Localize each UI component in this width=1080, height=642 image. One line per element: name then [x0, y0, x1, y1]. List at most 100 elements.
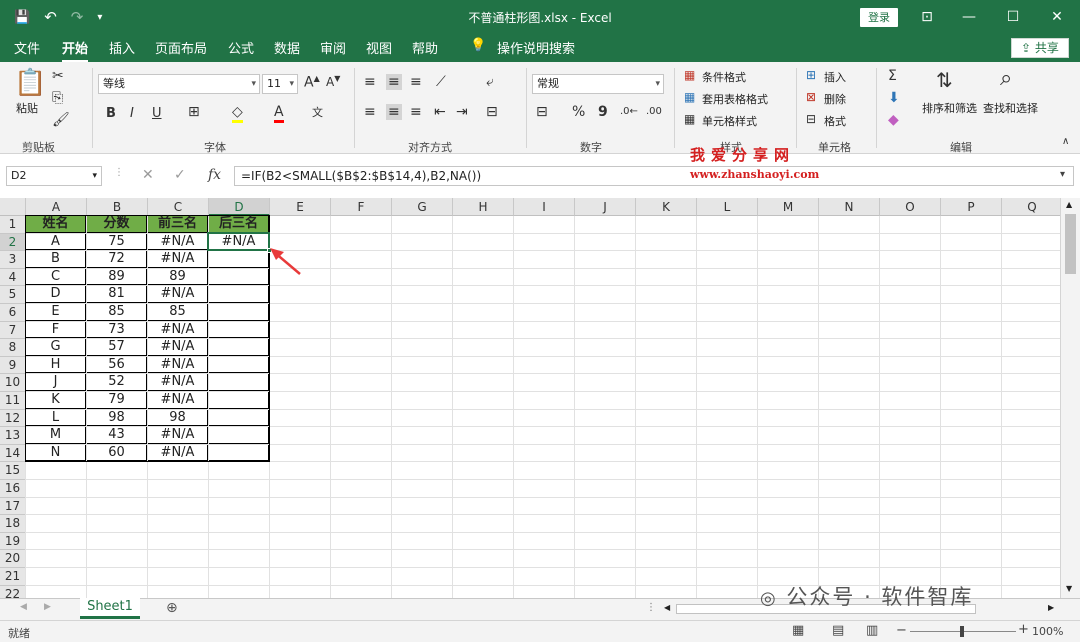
- row-header-19[interactable]: 19: [0, 532, 26, 551]
- row-header-21[interactable]: 21: [0, 568, 26, 586]
- table-cell[interactable]: K: [26, 392, 86, 409]
- column-header-k[interactable]: K: [636, 198, 697, 216]
- table-cell[interactable]: A: [26, 233, 86, 251]
- zoom-level[interactable]: 100%: [1032, 625, 1063, 638]
- row-header-18[interactable]: 18: [0, 515, 26, 533]
- table-cell[interactable]: C: [26, 268, 86, 286]
- paste-icon[interactable]: 📋: [14, 68, 46, 98]
- comma-style-icon[interactable]: 9: [598, 104, 608, 120]
- table-cell[interactable]: #N/A: [148, 374, 208, 391]
- table-cell[interactable]: [209, 268, 269, 286]
- conditional-format-button[interactable]: 条件格式: [702, 69, 746, 85]
- tab-file[interactable]: 文件: [14, 38, 40, 57]
- row-header-16[interactable]: 16: [0, 480, 26, 498]
- tab-insert[interactable]: 插入: [109, 38, 135, 57]
- page-layout-view-icon[interactable]: ▤: [832, 623, 844, 638]
- table-cell[interactable]: [209, 444, 269, 462]
- delete-cells-icon[interactable]: ⊠: [806, 90, 816, 104]
- table-cell[interactable]: L: [26, 409, 86, 427]
- table-cell[interactable]: [209, 339, 269, 356]
- ribbon-display-icon[interactable]: ⊡: [912, 6, 942, 28]
- row-header-20[interactable]: 20: [0, 550, 26, 568]
- row-header-7[interactable]: 7: [0, 321, 26, 340]
- tab-data[interactable]: 数据: [274, 38, 300, 57]
- column-header-b[interactable]: B: [87, 198, 148, 216]
- table-cell[interactable]: 81: [87, 286, 147, 303]
- column-header-f[interactable]: F: [331, 198, 392, 216]
- table-cell[interactable]: 85: [87, 304, 147, 321]
- table-cell[interactable]: #N/A: [148, 251, 208, 268]
- table-cell[interactable]: G: [26, 339, 86, 356]
- increase-font-icon[interactable]: A▲: [304, 74, 320, 91]
- sheet-tab-sheet1[interactable]: Sheet1: [80, 598, 140, 619]
- tell-me-search[interactable]: 操作说明搜索: [497, 38, 575, 57]
- column-header-c[interactable]: C: [148, 198, 209, 216]
- conditional-format-icon[interactable]: ▦: [684, 68, 695, 82]
- percent-icon[interactable]: %: [572, 104, 585, 120]
- column-header-d[interactable]: D: [209, 198, 270, 216]
- share-button[interactable]: ⇪ 共享: [1011, 38, 1069, 58]
- normal-view-icon[interactable]: ▦: [792, 623, 804, 638]
- table-cell[interactable]: D: [26, 286, 86, 303]
- delete-cells-button[interactable]: 删除: [824, 91, 846, 107]
- tab-help[interactable]: 帮助: [412, 38, 438, 57]
- column-header-l[interactable]: L: [697, 198, 758, 216]
- increase-decimal-icon[interactable]: .0←: [620, 106, 638, 117]
- column-header-i[interactable]: I: [514, 198, 575, 216]
- page-break-view-icon[interactable]: ▥: [866, 623, 878, 638]
- row-header-8[interactable]: 8: [0, 339, 26, 357]
- format-cells-icon[interactable]: ⊟: [806, 112, 816, 126]
- table-cell[interactable]: #N/A: [148, 339, 208, 356]
- row-header-1[interactable]: 1: [0, 216, 26, 234]
- increase-indent-icon[interactable]: ⇥: [456, 104, 468, 120]
- find-select-button[interactable]: 查找和选择: [983, 100, 1038, 116]
- table-cell[interactable]: H: [26, 356, 86, 374]
- table-cell[interactable]: [209, 427, 269, 444]
- tab-view[interactable]: 视图: [366, 38, 392, 57]
- table-cell[interactable]: #N/A: [148, 321, 208, 339]
- number-format-combo[interactable]: 常规 ▾: [532, 74, 664, 94]
- table-header-cell[interactable]: 姓名: [26, 216, 86, 233]
- sort-filter-button[interactable]: 排序和筛选: [922, 100, 977, 116]
- row-header-22[interactable]: 22: [0, 585, 26, 598]
- row-header-11[interactable]: 11: [0, 392, 26, 410]
- table-cell[interactable]: #N/A: [148, 427, 208, 444]
- tab-review[interactable]: 审阅: [320, 38, 346, 57]
- table-cell[interactable]: #N/A: [148, 286, 208, 303]
- table-header-cell[interactable]: 后三名: [209, 216, 269, 233]
- table-cell[interactable]: #N/A: [148, 444, 208, 462]
- cancel-icon[interactable]: ✕: [142, 167, 154, 183]
- font-size-combo[interactable]: 11 ▾: [262, 74, 298, 94]
- tab-split-icon[interactable]: ⋮: [646, 602, 656, 613]
- insert-cells-icon[interactable]: ⊞: [806, 68, 816, 82]
- zoom-in-icon[interactable]: +: [1018, 622, 1029, 637]
- wrap-text-icon[interactable]: ⤶: [486, 74, 494, 90]
- select-all[interactable]: [0, 198, 26, 216]
- table-cell[interactable]: F: [26, 321, 86, 339]
- table-cell[interactable]: 60: [87, 444, 147, 462]
- column-header-h[interactable]: H: [453, 198, 514, 216]
- tab-formulas[interactable]: 公式: [228, 38, 254, 57]
- table-cell[interactable]: 72: [87, 251, 147, 268]
- table-cell[interactable]: [209, 251, 269, 268]
- name-box[interactable]: D2 ▾: [6, 166, 102, 186]
- table-header-cell[interactable]: 前三名: [148, 216, 208, 233]
- row-header-12[interactable]: 12: [0, 409, 26, 428]
- table-cell[interactable]: #N/A: [148, 233, 208, 251]
- sort-filter-icon[interactable]: ⇅: [936, 68, 953, 92]
- decrease-indent-icon[interactable]: ⇤: [434, 104, 446, 120]
- row-header-13[interactable]: 13: [0, 427, 26, 445]
- active-cell-selection[interactable]: [207, 231, 270, 252]
- font-color-icon[interactable]: A: [274, 104, 284, 123]
- prev-sheet-icon[interactable]: ◀: [20, 602, 27, 612]
- table-cell[interactable]: 73: [87, 321, 147, 339]
- tab-home[interactable]: 开始: [62, 38, 89, 63]
- row-header-3[interactable]: 3: [0, 251, 26, 269]
- font-name-combo[interactable]: 等线 ▾: [98, 74, 260, 94]
- zoom-slider[interactable]: [910, 626, 1016, 637]
- cut-icon[interactable]: ✂: [52, 68, 64, 84]
- underline-icon[interactable]: U: [152, 106, 162, 121]
- table-cell[interactable]: [209, 409, 269, 427]
- table-cell[interactable]: [209, 392, 269, 409]
- close-icon[interactable]: ✕: [1042, 6, 1072, 28]
